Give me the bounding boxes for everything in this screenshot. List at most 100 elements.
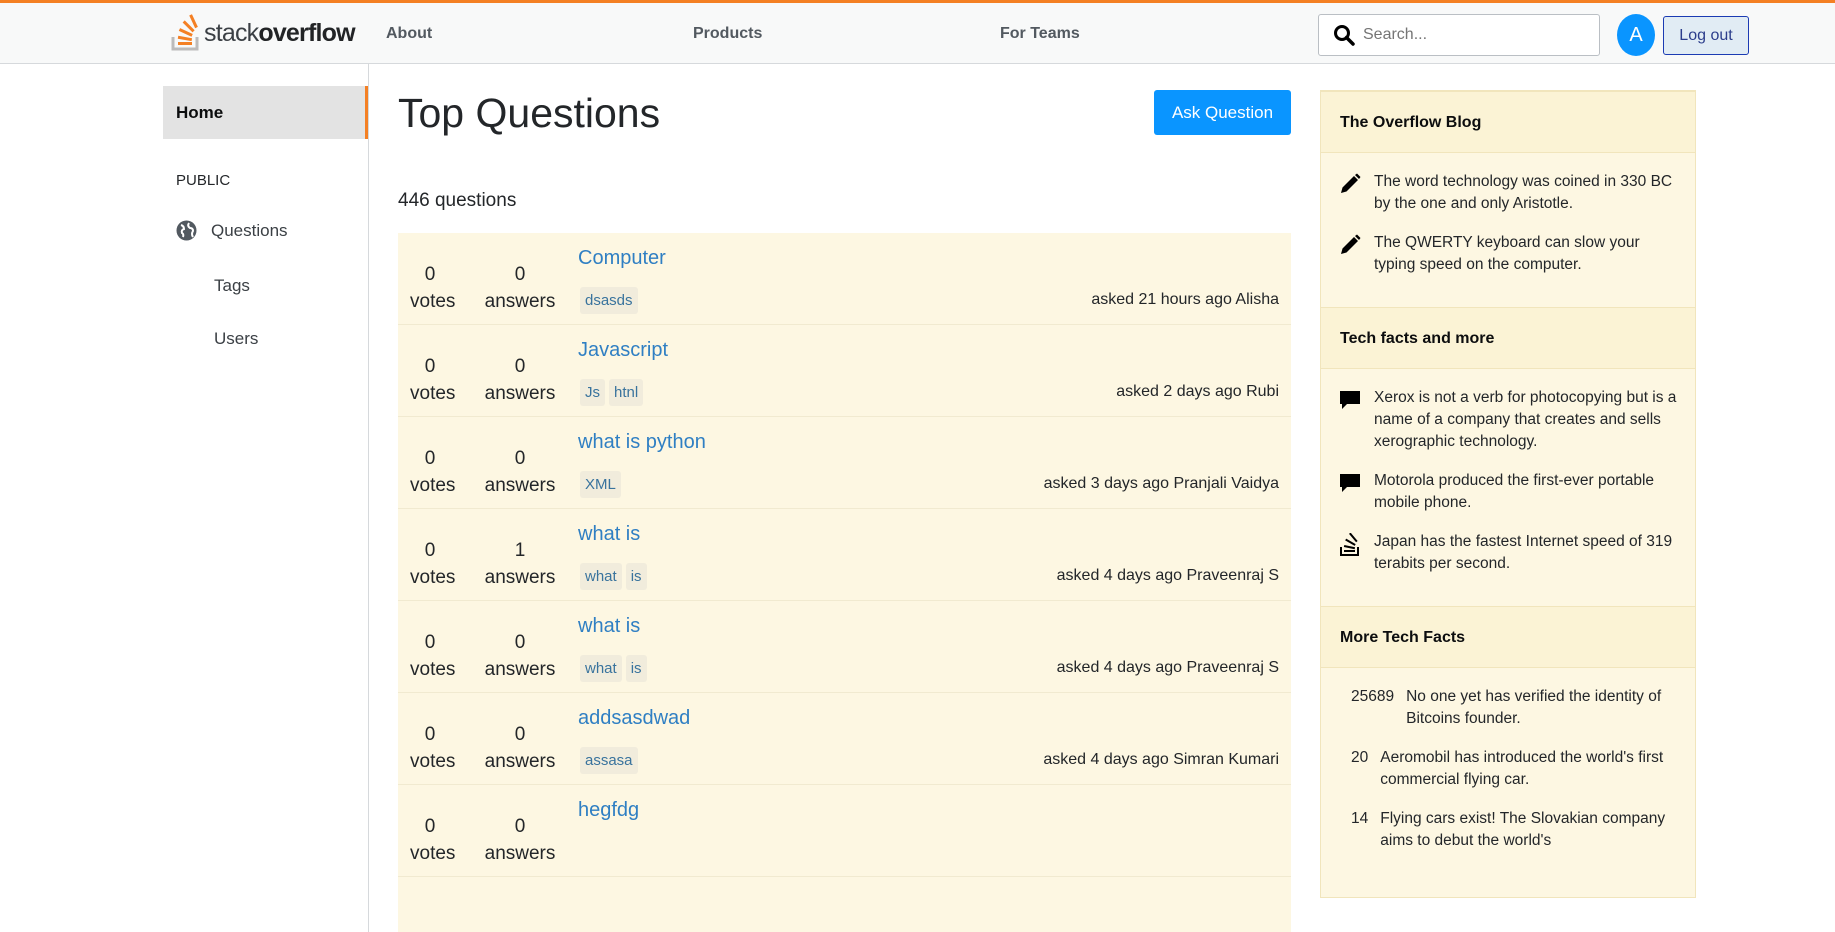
answer-count: 0 answers	[480, 721, 560, 775]
fact-text[interactable]: Flying cars exist! The Slovakian company…	[1380, 808, 1679, 852]
answer-label: answers	[484, 475, 556, 496]
tag[interactable]: htnl	[609, 379, 644, 406]
fact-text[interactable]: No one yet has verified the identity of …	[1406, 686, 1679, 730]
sidebar-item-home[interactable]: Home	[163, 86, 368, 139]
vote-label: votes	[410, 475, 456, 496]
vote-number: 0	[424, 724, 436, 745]
tag-list: XML	[580, 471, 621, 498]
tag[interactable]: XML	[580, 471, 621, 498]
nav-about[interactable]: About	[386, 25, 432, 43]
stackoverflow-logo[interactable]: stackoverflow	[170, 13, 356, 53]
answer-label: answers	[484, 659, 556, 680]
answer-count: 1 answers	[480, 537, 560, 591]
vote-count: 0 votes	[410, 813, 455, 867]
vote-label: votes	[410, 751, 456, 772]
stackoverflow-logo-icon	[171, 14, 199, 51]
tag[interactable]: what	[580, 563, 622, 590]
tag-list: dsasds	[580, 287, 638, 314]
vote-number: 0	[424, 264, 436, 285]
tag[interactable]: what	[580, 655, 622, 682]
vote-count: 0 votes	[410, 445, 456, 499]
comment-icon	[1339, 472, 1363, 501]
tag-list: Js htnl	[580, 379, 644, 406]
tag-list: what is	[580, 563, 647, 590]
vote-count: 0 votes	[410, 353, 455, 407]
fact-number: 14	[1351, 810, 1369, 827]
sidebar-fact-item: Japan has the fastest Internet speed of …	[1339, 531, 1679, 575]
fact-text[interactable]: Xerox is not a verb for photocopying but…	[1374, 387, 1679, 453]
sidebar-fact-item: 20 Aeromobil has introduced the world's f…	[1339, 747, 1679, 791]
asked-info: asked 4 days ago Praveenraj S	[1056, 567, 1279, 584]
sidebar-item-questions[interactable]: Questions	[176, 220, 288, 241]
fact-text[interactable]: Japan has the fastest Internet speed of …	[1374, 531, 1679, 575]
sidebar-fact-item: 25689 No one yet has verified the identit…	[1339, 686, 1679, 730]
answer-count: 0 answers	[480, 353, 560, 407]
vote-number: 0	[424, 448, 436, 469]
tech-facts-list: Xerox is not a verb for photocopying but…	[1321, 369, 1695, 606]
asked-info: asked 21 hours ago Alisha	[1091, 291, 1279, 308]
avatar[interactable]: A	[1617, 14, 1655, 56]
question-row: 0 votes 0 answers hegfdg	[398, 785, 1291, 877]
tag[interactable]: is	[625, 563, 647, 590]
vote-count: 0 votes	[410, 261, 455, 315]
pencil-icon	[1339, 234, 1363, 263]
asked-info: asked 4 days ago Simran Kumari	[1043, 751, 1279, 768]
fact-text[interactable]: The QWERTY keyboard can slow your typing…	[1374, 232, 1679, 276]
question-title-link[interactable]: Javascript	[578, 339, 668, 362]
vote-label: votes	[410, 659, 456, 680]
vote-count: 0 votes	[410, 629, 456, 683]
sidebar-item-tags[interactable]: Tags	[214, 276, 250, 296]
fact-text[interactable]: The word technology was coined in 330 BC…	[1374, 171, 1679, 215]
answer-label: answers	[484, 843, 556, 864]
answer-count: 0 answers	[480, 261, 560, 315]
answer-number: 0	[514, 632, 526, 653]
tag[interactable]: assasa	[580, 747, 638, 774]
search-icon	[1334, 25, 1355, 46]
vote-label: votes	[410, 567, 456, 588]
question-title-link[interactable]: what is python	[578, 431, 706, 454]
answer-count: 0 answers	[480, 629, 560, 683]
question-row: 0 votes 0 answers what is what is asked 4 days …	[398, 601, 1291, 693]
vote-number: 0	[424, 632, 436, 653]
fact-number: 20	[1351, 749, 1369, 766]
answer-label: answers	[484, 383, 556, 404]
question-list: 0 votes 0 answers Computer dsasds asked 21 hou…	[398, 233, 1291, 932]
nav-for-teams[interactable]: For Teams	[1000, 25, 1080, 43]
answer-count: 0 answers	[480, 813, 560, 867]
ask-question-button[interactable]: Ask Question	[1154, 90, 1291, 135]
sidebar-item-users[interactable]: Users	[214, 329, 258, 349]
answer-label: answers	[484, 291, 556, 312]
question-title-link[interactable]: hegfdg	[578, 799, 639, 822]
fact-text[interactable]: Motorola produced the first-ever portabl…	[1374, 470, 1679, 514]
tech-facts-heading: Tech facts and more	[1321, 307, 1695, 369]
answer-label: answers	[484, 751, 556, 772]
nav-products[interactable]: Products	[693, 25, 762, 43]
fact-text[interactable]: Aeromobil has introduced the world's fir…	[1380, 747, 1679, 791]
comment-icon	[1339, 389, 1363, 418]
answer-number: 0	[514, 724, 526, 745]
answer-label: answers	[484, 567, 556, 588]
sidebar-section-public: PUBLIC	[176, 172, 231, 189]
blog-heading: The Overflow Blog	[1321, 91, 1695, 153]
tag[interactable]: dsasds	[580, 287, 638, 314]
answer-number: 0	[514, 816, 526, 837]
question-title-link[interactable]: addsasdwad	[578, 707, 690, 730]
answer-number: 0	[514, 264, 526, 285]
question-row: 0 votes 0 answers Javascript Js htnl asked 2 da…	[398, 325, 1291, 417]
question-title-link[interactable]: Computer	[578, 247, 666, 270]
question-title-link[interactable]: what is	[578, 523, 640, 546]
question-title-link[interactable]: what is	[578, 615, 640, 638]
page-title: Top Questions	[398, 90, 661, 136]
tag[interactable]: is	[625, 655, 647, 682]
vote-number: 0	[424, 540, 436, 561]
sidebar-fact-item: The QWERTY keyboard can slow your typing…	[1339, 232, 1679, 276]
tag[interactable]: Js	[580, 379, 605, 406]
logout-button[interactable]: Log out	[1663, 16, 1749, 55]
vote-count: 0 votes	[410, 537, 456, 591]
more-tech-facts-list: 25689 No one yet has verified the identit…	[1321, 668, 1695, 883]
sidebar-fact-item: 14 Flying cars exist! The Slovakian compa…	[1339, 808, 1679, 852]
answer-count: 0 answers	[480, 445, 560, 499]
sidebar-item-label: Questions	[211, 220, 288, 240]
search-box[interactable]	[1318, 14, 1600, 56]
search-input[interactable]	[1363, 26, 1583, 44]
